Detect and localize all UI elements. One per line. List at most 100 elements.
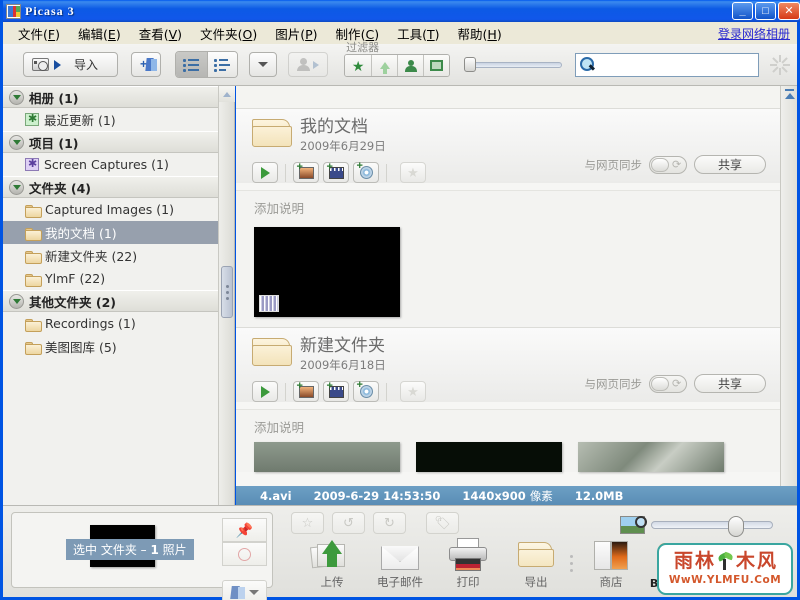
list-view-toggle[interactable] — [175, 52, 207, 77]
clear-selection-button[interactable] — [222, 542, 267, 566]
tree-group-albums[interactable]: 相册 (1) — [3, 86, 218, 108]
add-album-button[interactable]: + — [130, 52, 161, 77]
tag-button[interactable]: 🏷 — [426, 512, 459, 534]
add-photo-icon — [297, 161, 314, 179]
share-button[interactable]: 共享 — [694, 155, 766, 174]
slider-track — [464, 62, 563, 68]
rotate-left-button[interactable]: ↺ — [332, 512, 365, 534]
sidebar-item-recent-updates[interactable]: 最近更新 (1) — [3, 108, 218, 131]
add-movie-button[interactable] — [323, 161, 349, 183]
add-movie-button[interactable] — [323, 380, 349, 402]
add-photo-button[interactable] — [293, 161, 319, 183]
collapse-toggle-icon[interactable] — [9, 293, 24, 309]
close-button[interactable]: ✕ — [778, 2, 800, 20]
picasa-window: Picasa 3 _ □ ✕ 文件(F) 编辑(E) 查看(V) 文件夹(O) … — [0, 0, 800, 600]
collapse-toggle-icon[interactable] — [9, 179, 24, 195]
sidebar-item-screen-captures[interactable]: Screen Captures (1) — [3, 153, 218, 176]
sidebar-item-label: 最近更新 (1) — [44, 113, 116, 128]
menu-picture[interactable]: 图片(P) — [266, 22, 326, 45]
sidebar-item-captured-images[interactable]: Captured Images (1) — [3, 198, 218, 221]
slideshow-button[interactable] — [252, 162, 278, 183]
thumbnail-item[interactable] — [416, 442, 562, 472]
search-box[interactable] — [574, 52, 760, 77]
minimize-button[interactable]: _ — [732, 2, 753, 20]
tree-group-folders[interactable]: 文件夹 (4) — [3, 176, 218, 198]
share-button[interactable]: 共享 — [694, 374, 766, 393]
size-slider-track[interactable] — [651, 516, 773, 537]
leaf-icon — [716, 551, 734, 571]
upload-button[interactable]: 上传 — [298, 538, 366, 590]
size-slider-knob[interactable] — [728, 516, 744, 537]
watermark-characters: 雨 林 木 风 — [674, 550, 777, 572]
sidebar-item-new-folder[interactable]: 新建文件夹 (22) — [3, 244, 218, 267]
thumbnail-size-slider[interactable] — [620, 516, 773, 537]
folder-icon — [25, 250, 42, 264]
faces-button[interactable] — [288, 52, 329, 77]
more-actions-icon[interactable] — [570, 555, 573, 572]
hold-selection-button[interactable]: 📌 — [222, 518, 267, 542]
print-label: 打印 — [456, 575, 480, 589]
add-to-album-button[interactable] — [222, 580, 267, 600]
sidebar-scroll-thumb[interactable] — [221, 266, 233, 318]
burn-disc-button[interactable] — [353, 379, 379, 402]
thumbnail-item[interactable] — [254, 227, 400, 317]
star-button[interactable]: ☆ — [291, 512, 324, 534]
sidebar-scroll-up-button[interactable] — [219, 86, 235, 102]
filter-faces-button[interactable] — [397, 55, 424, 76]
menu-file-label: 文件 — [18, 26, 44, 42]
export-button[interactable]: 导出 — [502, 540, 570, 590]
collapse-toggle-icon[interactable] — [9, 89, 24, 105]
shop-button[interactable]: 商店 — [577, 540, 645, 590]
filter-video-button[interactable] — [423, 55, 450, 76]
status-dimensions-unit: 像素 — [529, 488, 553, 503]
menu-file[interactable]: 文件(F) — [9, 22, 69, 45]
sidebar-item-my-documents[interactable]: 我的文档 (1) — [3, 221, 218, 244]
star-folder-button[interactable]: ★ — [400, 381, 426, 402]
upload-filter-icon — [379, 62, 390, 74]
slider-knob[interactable] — [464, 57, 477, 72]
menu-edit[interactable]: 编辑(E) — [69, 22, 130, 45]
clear-circle-icon — [238, 547, 251, 561]
filter-starred-button[interactable]: ★ — [345, 55, 372, 76]
date-range-slider[interactable] — [464, 57, 563, 72]
menu-view[interactable]: 查看(V) — [130, 22, 191, 45]
maximize-button[interactable]: □ — [755, 2, 776, 20]
add-photo-button[interactable] — [293, 380, 319, 402]
basket-selection-message: 选中 文件夹 – 1 照片 — [66, 539, 194, 560]
print-button[interactable]: 打印 — [434, 538, 502, 590]
watermark-char-4: 风 — [757, 550, 777, 572]
sync-toggle[interactable]: ⟳ — [649, 374, 687, 393]
detail-view-toggle[interactable] — [206, 52, 238, 77]
slideshow-button[interactable] — [252, 381, 278, 402]
sidebar-item-ylmf[interactable]: YlmF (22) — [3, 267, 218, 290]
burn-disc-button[interactable] — [353, 160, 379, 183]
sync-toggle[interactable]: ⟳ — [649, 155, 687, 174]
folder-caption-new-folder[interactable]: 添加说明 — [236, 409, 780, 442]
view-options-dropdown[interactable] — [249, 52, 278, 77]
sidebar-item-meitu-library[interactable]: 美图图库 (5) — [3, 335, 218, 358]
menu-folder[interactable]: 文件夹(O) — [191, 22, 266, 45]
menu-tools[interactable]: 工具(T) — [388, 22, 448, 45]
content-scrollbar[interactable] — [780, 86, 797, 505]
collapse-toggle-icon[interactable] — [9, 134, 24, 150]
tree-group-other-folders[interactable]: 其他文件夹 (2) — [3, 290, 218, 312]
email-button[interactable]: 电子邮件 — [366, 542, 434, 590]
menu-help[interactable]: 帮助(H) — [449, 22, 511, 45]
tree-group-projects[interactable]: 项目 (1) — [3, 131, 218, 153]
rotate-right-button[interactable]: ↻ — [373, 512, 406, 534]
shop-icon — [590, 540, 632, 572]
photo-basket[interactable]: 选中 文件夹 – 1 照片 📌 — [11, 512, 273, 600]
search-input[interactable] — [594, 57, 755, 72]
partial-folder-row-above — [236, 86, 780, 108]
import-button[interactable]: 导入 — [23, 52, 118, 77]
star-folder-button[interactable]: ★ — [400, 162, 426, 183]
sidebar-item-label: Captured Images (1) — [45, 202, 174, 217]
thumbnail-item[interactable] — [254, 442, 400, 472]
login-web-album-link[interactable]: 登录网络相册 — [718, 25, 790, 42]
folder-caption-my-documents[interactable]: 添加说明 — [236, 190, 780, 223]
tree-group-albums-label: 相册 (1) — [29, 90, 79, 106]
filter-uploaded-button[interactable] — [371, 55, 398, 76]
sidebar-item-recordings[interactable]: Recordings (1) — [3, 312, 218, 335]
thumbnail-item[interactable] — [578, 442, 724, 472]
content-scroll-top-button[interactable] — [781, 86, 797, 103]
